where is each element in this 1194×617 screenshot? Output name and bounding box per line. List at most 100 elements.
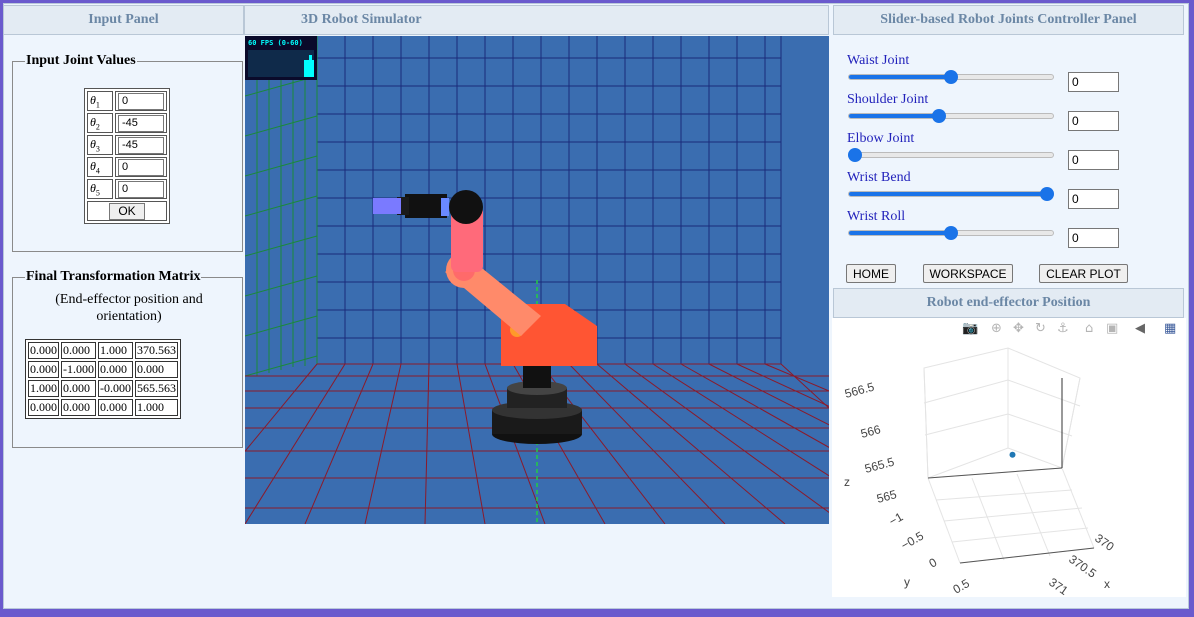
matrix-row: 1.000 0.000 -0.000 565.563 — [28, 380, 178, 397]
joint-row: θ3 — [87, 135, 167, 155]
joint-slider[interactable] — [848, 70, 1054, 84]
matrix-cell: 0.000 — [98, 399, 133, 416]
plot-ticks: 566.5 566 565.5 565 −1−0.50 0.5 370370.5371 z y x — [843, 380, 1117, 599]
slider-fill — [849, 75, 951, 79]
joint-slider[interactable] — [848, 109, 1054, 123]
slider-value-input[interactable]: 0 — [1068, 111, 1119, 131]
matrix-cell: 0.000 — [61, 342, 96, 359]
hover-icon[interactable]: ◀ — [1135, 321, 1145, 336]
slider-panel-header: Slider-based Robot Joints Controller Pan… — [833, 5, 1184, 35]
zoom-icon[interactable]: ⊕ — [991, 321, 1002, 336]
slider-thumb[interactable] — [848, 148, 863, 162]
fps-label: 60 FPS (0-60) — [248, 39, 303, 47]
matrix-cell: -0.000 — [98, 380, 133, 397]
slider-value-input[interactable]: 0 — [1068, 189, 1119, 209]
y-tick-label: 0.5 — [951, 576, 973, 597]
slider-thumb[interactable] — [931, 109, 946, 123]
matrix-cell: 565.563 — [135, 380, 178, 397]
fps-bar-tip — [309, 55, 312, 60]
joint-table-wrap: θ1 θ2 θ3 θ4 θ5 OK — [84, 88, 170, 224]
turntable-icon[interactable]: ⚓ — [1057, 321, 1069, 336]
matrix-cell: 0.000 — [135, 361, 178, 378]
joint-slider[interactable] — [848, 226, 1054, 240]
joint-value-cell — [115, 91, 167, 111]
slider-value-input[interactable]: 0 — [1068, 228, 1119, 248]
plotly-logo-icon[interactable]: ▦ — [1164, 321, 1176, 336]
input-joint-values-legend: Input Joint Values — [26, 53, 136, 68]
orbit-icon[interactable]: ↻ — [1035, 321, 1046, 336]
z-tick-label: 566.5 — [843, 380, 876, 401]
x-tick-label: 370 — [1092, 531, 1117, 554]
z-tick-label: 565.5 — [863, 455, 896, 476]
matrix-row: 0.000 -1.000 0.000 0.000 — [28, 361, 178, 378]
joint-row: θ4 — [87, 157, 167, 177]
matrix-cell: 0.000 — [28, 399, 59, 416]
joint-row: θ5 — [87, 179, 167, 199]
matrix-cell: -1.000 — [61, 361, 96, 378]
z-tick-label: 565 — [875, 487, 898, 506]
fps-bar — [304, 60, 314, 77]
matrix-cell: 1.000 — [28, 380, 59, 397]
pan-icon[interactable]: ✥ — [1013, 321, 1024, 336]
joint-value-cell — [115, 113, 167, 133]
slider-label: Elbow Joint — [847, 131, 915, 146]
matrix-cell: 0.000 — [61, 399, 96, 416]
plot-gridlines — [923, 347, 1095, 564]
x-tick-label: 371 — [1046, 575, 1071, 597]
joint-value-input[interactable] — [118, 180, 164, 198]
fps-meter: 60 FPS (0-60) — [245, 36, 317, 80]
slider-value-input[interactable]: 0 — [1068, 150, 1119, 170]
joint-value-input[interactable] — [118, 92, 164, 110]
transformation-matrix-table: 0.000 0.000 1.000 370.563 0.000 -1.000 0.000 0.… — [25, 339, 181, 419]
matrix-subtitle: (End-effector position and orientation) — [55, 292, 203, 324]
home-icon[interactable]: ⌂ — [1085, 321, 1093, 336]
input-panel-header: Input Panel — [3, 5, 244, 35]
joint-row: θ2 — [87, 113, 167, 133]
matrix-row: 0.000 0.000 0.000 1.000 — [28, 399, 178, 416]
slider-value-input[interactable]: 0 — [1068, 72, 1119, 92]
ee-plot[interactable]: 566.5 566 565.5 565 −1 −0.5 0 0.5 370 370.5 371 z y x — [832, 318, 1186, 599]
joint-value-cell — [115, 179, 167, 199]
joint-slider[interactable] — [848, 148, 1054, 162]
joint-symbol: θ1 — [87, 91, 113, 111]
ee-panel-header: Robot end-effector Position — [833, 288, 1184, 318]
y-tick-label: −0.5 — [899, 528, 927, 552]
clear-plot-button[interactable]: CLEAR PLOT — [1039, 264, 1128, 283]
slider-fill — [849, 231, 951, 235]
matrix-table-wrap: 0.000 0.000 1.000 370.563 0.000 -1.000 0.000 0.… — [25, 339, 181, 419]
matrix-cell: 1.000 — [98, 342, 133, 359]
slider-thumb[interactable] — [944, 70, 958, 84]
ee-plot-svg: 566.5 566 565.5 565 −1−0.50 0.5 370370.5371 z y x — [843, 347, 1117, 599]
simulator-viewport[interactable]: 60 FPS (0-60) — [245, 36, 829, 524]
joint-value-input[interactable] — [118, 114, 164, 132]
workspace-button[interactable]: WORKSPACE — [923, 264, 1013, 283]
joint-symbol: θ4 — [87, 157, 113, 177]
joint-symbol: θ3 — [87, 135, 113, 155]
slider-label: Waist Joint — [847, 53, 910, 68]
joint-value-input[interactable] — [118, 158, 164, 176]
slider-thumb[interactable] — [944, 226, 958, 240]
slider-thumb[interactable] — [1039, 187, 1054, 201]
joint-values-table: θ1 θ2 θ3 θ4 θ5 OK — [84, 88, 170, 224]
slider-fill — [849, 192, 1047, 196]
joint-value-cell — [115, 135, 167, 155]
ee-point[interactable] — [1009, 451, 1016, 458]
reset-camera-icon[interactable]: ▣ — [1106, 321, 1118, 336]
joint-slider[interactable] — [848, 187, 1054, 201]
robot-forearm — [449, 190, 483, 272]
matrix-cell: 0.000 — [28, 361, 59, 378]
simulator-header: 3D Robot Simulator — [244, 5, 829, 35]
joint-value-input[interactable] — [118, 136, 164, 154]
matrix-cell: 1.000 — [135, 399, 178, 416]
joint-row: θ1 — [87, 91, 167, 111]
transformation-matrix-legend: Final Transformation Matrix — [26, 269, 201, 284]
y-tick-label: −1 — [887, 509, 906, 528]
joint-symbol: θ2 — [87, 113, 113, 133]
fps-graph — [248, 50, 314, 77]
home-button[interactable]: HOME — [846, 264, 896, 283]
joint-value-cell — [115, 157, 167, 177]
x-tick-label: 370.5 — [1066, 552, 1099, 581]
ok-button[interactable]: OK — [109, 202, 145, 220]
x-axis-label: x — [1104, 577, 1110, 591]
camera-icon[interactable]: 📷 — [962, 321, 978, 336]
